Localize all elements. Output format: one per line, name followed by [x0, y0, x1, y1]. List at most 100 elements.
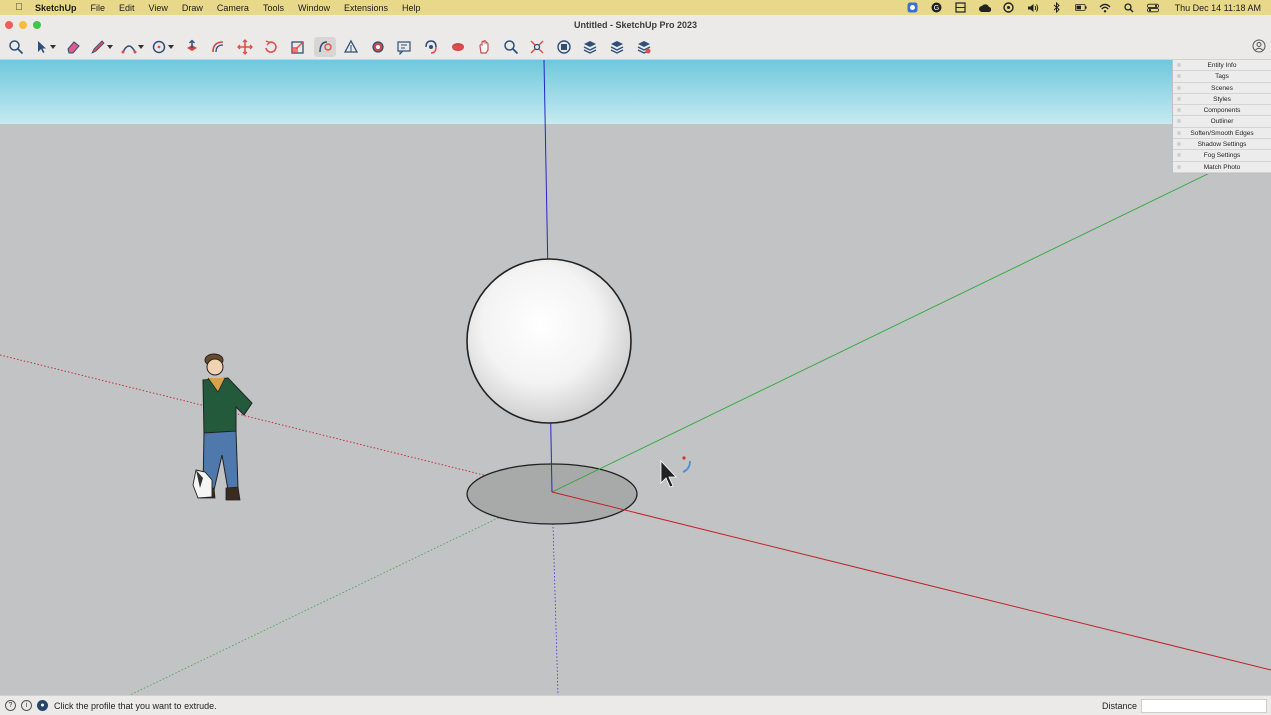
scale-figure-person[interactable] [192, 353, 253, 501]
battery-icon[interactable] [1074, 3, 1087, 13]
menu-help[interactable]: Help [402, 3, 421, 13]
tray-styles[interactable]: Styles [1173, 94, 1271, 106]
text-label-tool-button[interactable] [393, 37, 415, 57]
tray-match-photo[interactable]: Match Photo [1173, 162, 1271, 173]
orbit-tool-button[interactable] [420, 37, 442, 57]
tray-components[interactable]: Components [1173, 105, 1271, 117]
tray-entity-info[interactable]: Entity Info [1173, 60, 1271, 72]
close-window-button[interactable] [5, 21, 13, 29]
credits-info-icon[interactable]: i [21, 700, 32, 711]
sphere-object[interactable] [466, 258, 632, 424]
chevron-down-icon[interactable] [168, 44, 175, 50]
creative-cloud-icon[interactable] [978, 3, 991, 13]
wifi-icon[interactable] [1099, 3, 1111, 13]
bluetooth-icon[interactable] [1051, 2, 1063, 13]
extension-manager-icon [637, 41, 651, 54]
geo-location-icon[interactable]: ? [5, 700, 16, 711]
search-tool-button[interactable] [5, 37, 27, 57]
menu-camera[interactable]: Camera [217, 3, 249, 13]
rotate-tool-button[interactable] [260, 37, 282, 57]
tray-shadow-settings[interactable]: Shadow Settings [1173, 139, 1271, 151]
measurements-label: Distance [1101, 701, 1137, 711]
select-arrow-tool-button[interactable] [32, 37, 58, 57]
menu-edit[interactable]: Edit [119, 3, 135, 13]
main-toolbar [0, 35, 1271, 60]
window-controls [5, 21, 41, 29]
pan-icon [479, 40, 489, 54]
vpn-icon[interactable] [1003, 2, 1015, 13]
search-icon [9, 40, 24, 55]
chevron-down-icon[interactable] [50, 44, 57, 50]
scene-canvas[interactable] [0, 60, 1271, 695]
zoom-extents-tool-button[interactable] [526, 37, 548, 57]
pan-tool-button[interactable] [473, 37, 495, 57]
zoom-tool-button[interactable] [500, 37, 522, 57]
menu-draw[interactable]: Draw [182, 3, 203, 13]
push-pull-tool-button[interactable] [181, 37, 203, 57]
follow-me-cursor [660, 456, 691, 488]
tray-soften-smooth-edges[interactable]: Soften/Smooth Edges [1173, 128, 1271, 140]
tray-fog-settings[interactable]: Fog Settings [1173, 150, 1271, 162]
chevron-down-icon[interactable] [107, 44, 114, 50]
red-axis-positive [551, 491, 1271, 671]
menu-file[interactable]: File [91, 3, 106, 13]
red-axis-negative [0, 354, 553, 493]
move-icon [236, 39, 253, 55]
volume-icon[interactable] [1027, 3, 1039, 13]
zoom-window-button[interactable] [33, 21, 41, 29]
move-tool-button[interactable] [234, 37, 256, 57]
tray-tags[interactable]: Tags [1173, 71, 1271, 83]
layout-icon [610, 41, 624, 54]
menu-window[interactable]: Window [298, 3, 330, 13]
menu-view[interactable]: View [149, 3, 168, 13]
paint-bucket-icon [372, 41, 384, 53]
warehouse-tool-button[interactable] [553, 37, 575, 57]
control-center-icon[interactable] [1146, 3, 1159, 13]
pencil-line-tool-button[interactable] [89, 37, 115, 57]
push-pull-icon [186, 39, 197, 51]
instructor-icon[interactable]: ● [37, 700, 48, 711]
offset-icon [212, 41, 224, 53]
measurements-input[interactable] [1141, 699, 1267, 713]
follow-me-tool-button[interactable] [313, 37, 336, 57]
paint-bucket-tool-button[interactable] [367, 37, 389, 57]
pencil-line-icon [91, 40, 105, 54]
extension-warehouse-tool-button[interactable] [579, 37, 601, 57]
menu-bar-status-area: G Thu Dec 14 11:18 AM [907, 0, 1261, 15]
spotlight-search-icon[interactable] [1123, 2, 1135, 13]
chevron-down-icon[interactable] [137, 44, 144, 50]
follow-me-icon [318, 41, 332, 53]
tape-measure-tool-button[interactable] [340, 37, 362, 57]
tray-outliner[interactable]: Outliner [1173, 116, 1271, 128]
menu-extensions[interactable]: Extensions [344, 3, 388, 13]
eraser-icon [67, 41, 80, 54]
menu-app-name[interactable]: SketchUp [35, 3, 77, 13]
menu-bar-clock[interactable]: Thu Dec 14 11:18 AM [1175, 3, 1261, 13]
orbit-icon [425, 40, 437, 54]
macos-menu-bar:  SketchUp File Edit View Draw Camera To… [0, 0, 1271, 15]
extension-warehouse-icon [584, 41, 597, 54]
minimize-window-button[interactable] [19, 21, 27, 29]
screen-recorder-icon[interactable] [907, 2, 919, 13]
eraser-tool-button[interactable] [62, 37, 84, 57]
account-profile-icon[interactable] [1252, 39, 1266, 53]
offset-tool-button[interactable] [207, 37, 229, 57]
zoom-extents-icon [530, 40, 544, 54]
zoom-icon [503, 40, 518, 55]
tape-measure-icon [344, 39, 359, 53]
shapes-tool-button[interactable] [150, 37, 176, 57]
warehouse-icon [557, 40, 571, 54]
scale-tool-button[interactable] [287, 37, 309, 57]
sidebar-app-icon[interactable] [955, 2, 967, 13]
window-title-bar: Untitled - SketchUp Pro 2023 [0, 15, 1271, 35]
layout-tool-button[interactable] [606, 37, 628, 57]
arc-tool-button[interactable] [119, 37, 145, 57]
section-plane-tool-button[interactable] [447, 37, 469, 57]
menu-tools[interactable]: Tools [263, 3, 284, 13]
apple-logo-icon[interactable]:  [12, 2, 26, 13]
grammarly-icon[interactable]: G [931, 2, 943, 13]
tray-scenes[interactable]: Scenes [1173, 83, 1271, 94]
extension-manager-tool-button[interactable] [633, 37, 655, 57]
default-tray-panel: Entity Info Tags Scenes Styles Component… [1172, 60, 1271, 174]
model-viewport[interactable] [0, 60, 1271, 695]
